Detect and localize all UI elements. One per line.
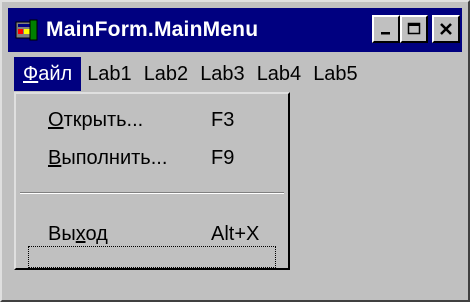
title-bar[interactable]: MainForm.MainMenu (8, 8, 462, 52)
menu-file-mnemonic: Ф (23, 63, 39, 85)
close-icon (440, 23, 452, 35)
menu-item-run-shortcut: F9 (211, 146, 235, 169)
minimize-icon (381, 32, 390, 35)
menu-item-exit-shortcut: Alt+X (211, 222, 260, 245)
menu-file[interactable]: Файл (14, 57, 82, 91)
window-controls (372, 15, 460, 43)
menu-bar: Файл Lab1 Lab2 Lab3 Lab4 Lab5 (8, 56, 462, 92)
window-title: MainForm.MainMenu (46, 18, 259, 41)
menu-item-run[interactable]: Выполнить... F9 (16, 140, 288, 176)
menu-item-exit-label: Выход (48, 222, 108, 245)
menu-lab1[interactable]: Lab1 (81, 57, 138, 91)
menu-lab2[interactable]: Lab2 (138, 57, 195, 91)
menu-item-open-shortcut: F3 (211, 108, 235, 131)
minimize-button[interactable] (372, 15, 400, 43)
menu-item-open-label: Открыть... (48, 108, 144, 131)
menu-lab5[interactable]: Lab5 (307, 57, 364, 91)
maximize-button[interactable] (400, 15, 428, 43)
menu-lab3[interactable]: Lab3 (194, 57, 251, 91)
menu-file-label: айл (38, 63, 73, 85)
menu-lab4[interactable]: Lab4 (251, 57, 308, 91)
menu-item-empty-focused[interactable] (28, 246, 276, 268)
maximize-icon (407, 22, 421, 35)
menu-separator (20, 192, 284, 194)
app-form-icon[interactable] (14, 17, 40, 43)
menu-item-run-label: Выполнить... (48, 146, 168, 169)
close-button[interactable] (432, 15, 460, 43)
menu-item-open[interactable]: Открыть... F3 (16, 102, 288, 138)
file-dropdown-menu: Открыть... F3 Выполнить... F9 Выход Alt+… (14, 92, 290, 270)
